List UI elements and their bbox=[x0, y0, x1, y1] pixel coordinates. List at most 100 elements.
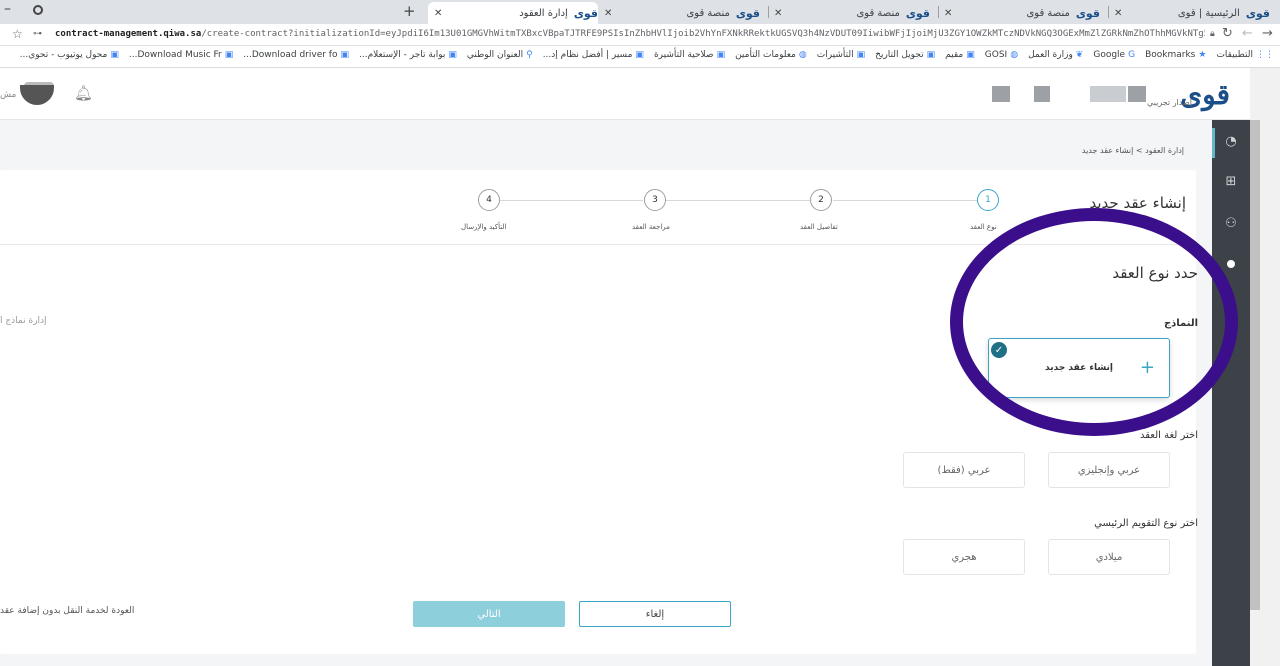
site-info-icon[interactable]: ⊶ bbox=[33, 29, 42, 39]
dashboard-icon[interactable]: ◔ bbox=[1223, 134, 1239, 150]
globe-icon: ◍ bbox=[798, 50, 807, 60]
manage-templates-link[interactable]: إدارة نماذج ا bbox=[0, 316, 47, 326]
google-icon: G bbox=[1128, 50, 1136, 60]
bookmark-label: تحويل التاريخ bbox=[875, 50, 924, 60]
bookmark-label: Google bbox=[1093, 50, 1126, 60]
cancel-button[interactable]: إلغاء bbox=[579, 601, 731, 627]
language-option-arabic-only[interactable]: عربي (فقط) bbox=[903, 452, 1025, 488]
stepper-divider bbox=[0, 244, 1196, 245]
close-icon[interactable]: ✕ bbox=[774, 8, 782, 19]
new-tab-button[interactable]: + bbox=[403, 2, 416, 20]
qiwa-favicon-icon: قوى bbox=[1075, 6, 1100, 20]
url-host: contract-management.qiwa.sa bbox=[55, 29, 202, 39]
bookmark-item[interactable]: ◍ GOSI bbox=[985, 50, 1018, 60]
close-icon[interactable]: ✕ bbox=[1114, 8, 1122, 19]
bookmark-item[interactable]: ⋮⋮ التطبيقات bbox=[1216, 50, 1274, 60]
tab-label: الرئيسية | قوى bbox=[1177, 7, 1240, 19]
bookmark-label: وزارة العمل bbox=[1028, 50, 1073, 60]
bookmark-item[interactable]: ⚲ العنوان الوطني bbox=[467, 50, 533, 60]
back-without-contract-link[interactable]: العودة لخدمة النقل بدون إضافة عقد bbox=[0, 606, 134, 616]
bookmark-item[interactable]: ▣ تحويل التاريخ bbox=[875, 50, 935, 60]
users-icon[interactable]: ⚇ bbox=[1223, 216, 1239, 232]
check-icon: ✓ bbox=[991, 342, 1007, 358]
step-3-circle: 3 bbox=[644, 189, 666, 211]
bookmark-item[interactable]: ◍ معلومات التأمين bbox=[735, 50, 807, 60]
back-icon[interactable]: → bbox=[1262, 26, 1273, 41]
bookmark-label: مسير | أفضل نظام إد... bbox=[542, 50, 633, 60]
bookmark-item[interactable]: ▣ Download Music Fr... bbox=[129, 50, 233, 60]
new-contract-template-card[interactable]: ✓ + إنشاء عقد جديد bbox=[988, 338, 1170, 398]
step-1-label: نوع العقد bbox=[970, 223, 997, 231]
tab-label: منصة قوى bbox=[856, 7, 900, 19]
site-icon: ▣ bbox=[635, 50, 644, 60]
browser-tab-strip: – + قوى إدارة العقود ✕ قوى منصة قوى ✕ قو… bbox=[0, 0, 1280, 24]
lock-icon: 🔒︎ bbox=[1210, 29, 1215, 39]
bookmark-item[interactable]: ▣ Download driver fo... bbox=[243, 50, 349, 60]
site-icon: ▣ bbox=[110, 50, 119, 60]
window-minimize-icon[interactable]: – bbox=[4, 1, 11, 17]
services-grid-icon[interactable]: ⊞ bbox=[1223, 174, 1239, 190]
bookmark-label: Bookmarks bbox=[1145, 50, 1196, 60]
language-label: اختر لغة العقد bbox=[1139, 430, 1198, 441]
close-icon[interactable]: ✕ bbox=[434, 8, 442, 19]
bookmark-star-icon[interactable]: ☆ bbox=[12, 27, 23, 41]
url-field[interactable]: contract-management.qiwa.sa/create-contr… bbox=[55, 29, 1205, 39]
breadcrumb[interactable]: إدارة العقود > إنشاء عقد جديد bbox=[1082, 146, 1184, 155]
site-icon: ▣ bbox=[716, 50, 726, 60]
calendar-label: اختر نوع التقويم الرئيسي bbox=[1094, 518, 1198, 529]
bookmark-label: بوابة تاجر - الإستعلام... bbox=[359, 50, 446, 60]
sidebar-active-indicator bbox=[1212, 128, 1215, 158]
pin-icon: ⚲ bbox=[526, 50, 533, 60]
bell-icon[interactable]: 🔔︎ bbox=[74, 84, 93, 102]
tab-label: منصة قوى bbox=[1026, 7, 1070, 19]
stepper-line bbox=[666, 200, 810, 201]
browser-tab-qiwa-3[interactable]: قوى منصة قوى ✕ bbox=[598, 2, 768, 24]
plus-icon: + bbox=[1139, 357, 1155, 378]
site-icon: ▣ bbox=[856, 50, 866, 60]
reload-icon[interactable]: ↻ bbox=[1222, 26, 1233, 41]
bookmark-item[interactable]: ▣ محول يوتيوب - تحوي... bbox=[20, 50, 119, 60]
bookmark-label: مقيم bbox=[945, 50, 964, 60]
browser-tab-home[interactable]: قوى الرئيسية | قوى ✕ bbox=[1108, 2, 1278, 24]
site-icon: ▣ bbox=[926, 50, 936, 60]
bookmark-item[interactable]: ▣ بوابة تاجر - الإستعلام... bbox=[359, 50, 457, 60]
bookmark-label: العنوان الوطني bbox=[466, 50, 524, 60]
create-contract-card: إنشاء عقد جديد 1 2 3 4 نوع العقد تفاصيل … bbox=[0, 170, 1196, 654]
bookmark-item[interactable]: ▣ مقيم bbox=[945, 50, 975, 60]
bookmark-label: GOSI bbox=[984, 50, 1008, 60]
close-icon[interactable]: ✕ bbox=[604, 8, 612, 19]
qiwa-favicon-icon: قوى bbox=[735, 6, 760, 20]
site-icon: ▣ bbox=[224, 50, 234, 60]
env-label: إصدار تجريبي bbox=[1147, 98, 1192, 107]
stepper-line bbox=[833, 200, 977, 201]
template-card-label: إنشاء عقد جديد bbox=[1045, 363, 1113, 373]
record-icon[interactable] bbox=[33, 5, 43, 15]
browser-tab-qiwa-1[interactable]: قوى منصة قوى ✕ bbox=[938, 2, 1108, 24]
browser-tab-qiwa-2[interactable]: قوى منصة قوى ✕ bbox=[768, 2, 938, 24]
bookmarks-bar: ⋮⋮ التطبيقات ★ Bookmarks G Google ❦ وزارة العمل… bbox=[0, 46, 1280, 68]
close-icon[interactable]: ✕ bbox=[944, 8, 952, 19]
templates-label: النماذج bbox=[1163, 318, 1198, 329]
next-button[interactable]: التالي bbox=[413, 601, 565, 627]
bookmark-label: صلاحية التأشيرة bbox=[653, 50, 714, 60]
forward-icon[interactable]: ← bbox=[1242, 26, 1253, 41]
site-icon: ▣ bbox=[340, 50, 350, 60]
avatar[interactable] bbox=[20, 85, 54, 105]
calendar-option-hijri[interactable]: هجري bbox=[903, 539, 1025, 575]
settings-icon[interactable] bbox=[1227, 260, 1235, 268]
site-icon: ▣ bbox=[448, 50, 457, 60]
browser-tab-contracts[interactable]: قوى إدارة العقود ✕ bbox=[428, 2, 598, 24]
bookmark-item[interactable]: ▣ صلاحية التأشيرة bbox=[654, 50, 725, 60]
bookmark-item[interactable]: ▣ مسير | أفضل نظام إد... bbox=[543, 50, 644, 60]
language-option-arabic-english[interactable]: عربي وإنجليزي bbox=[1048, 452, 1170, 488]
bookmark-item[interactable]: ▣ التأشيرات bbox=[817, 50, 865, 60]
bookmark-label: محول يوتيوب - تحوي... bbox=[19, 50, 108, 60]
qiwa-favicon-icon: قوى bbox=[1245, 6, 1270, 20]
bookmark-item[interactable]: G Google bbox=[1093, 50, 1135, 60]
bookmark-item[interactable]: ❦ وزارة العمل bbox=[1028, 50, 1083, 60]
header-placeholder-block bbox=[1128, 86, 1146, 102]
calendar-option-gregorian[interactable]: ميلادي bbox=[1048, 539, 1170, 575]
app-header: قوى إصدار تجريبي 🔔︎ مش bbox=[0, 68, 1250, 120]
scrollbar-thumb[interactable] bbox=[1250, 120, 1260, 610]
bookmark-item[interactable]: ★ Bookmarks bbox=[1145, 50, 1206, 60]
